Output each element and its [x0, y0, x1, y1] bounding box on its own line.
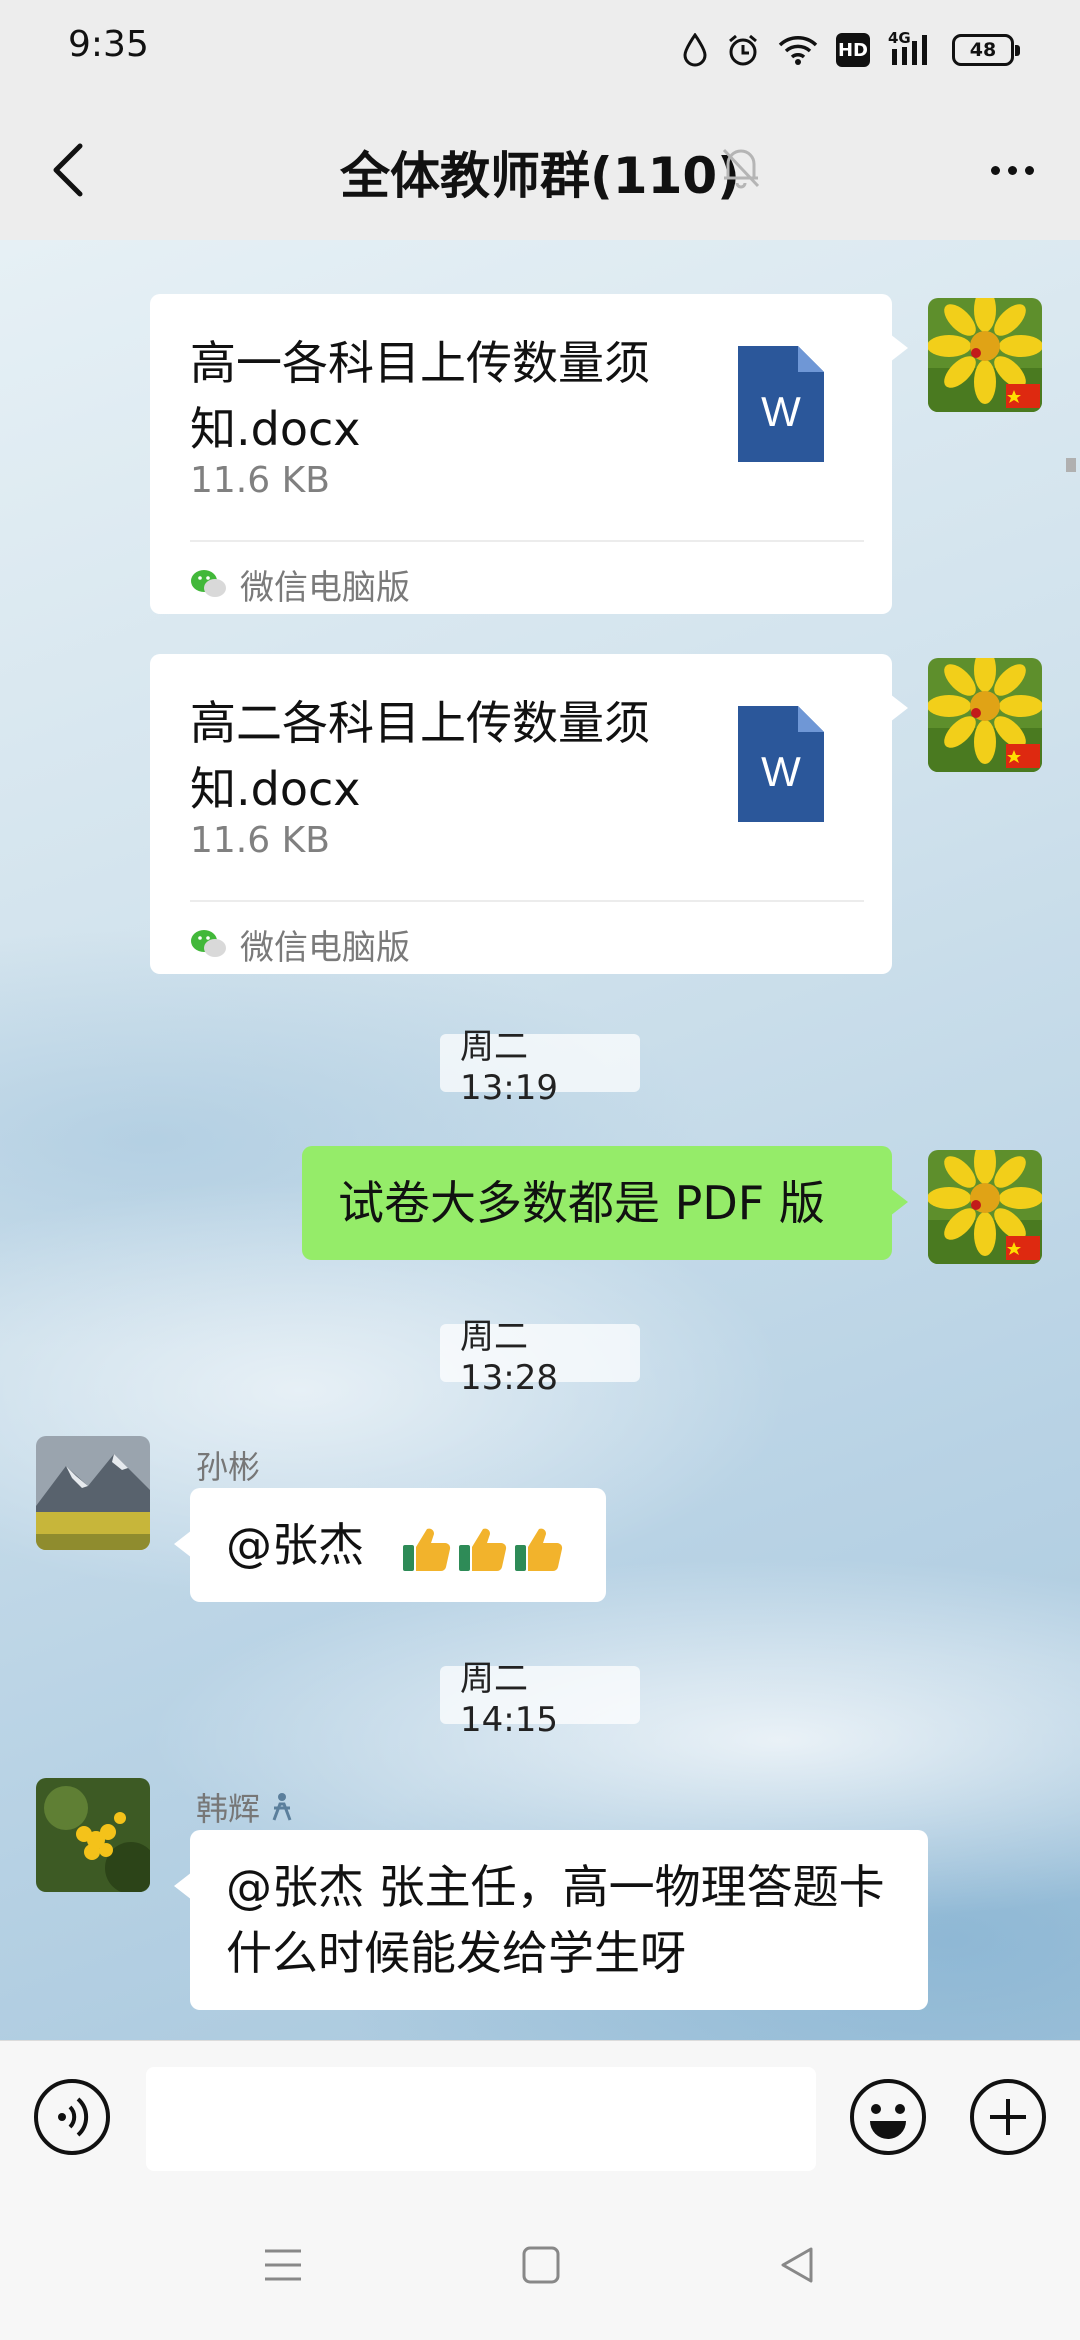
card-source: 微信电脑版	[190, 916, 410, 972]
other-message-bubble[interactable]: @张杰	[174, 1488, 606, 1602]
card-source: 微信电脑版	[190, 556, 410, 612]
card-divider	[190, 900, 864, 902]
file-size: 11.6 KB	[190, 820, 330, 861]
card-source-label: 微信电脑版	[240, 927, 410, 968]
status-bar: 9:35 HD 4G 48	[0, 0, 1080, 100]
message-input[interactable]	[146, 2067, 816, 2171]
card-divider	[190, 540, 864, 542]
file-size: 11.6 KB	[190, 460, 330, 501]
sender-name-label: 韩辉	[196, 1790, 261, 1828]
other-message-bubble[interactable]: @张杰 张主任，高一物理答题卡什么时候能发给学生呀	[174, 1830, 928, 2010]
system-nav-bar	[0, 2190, 1080, 2340]
water-drop-icon	[682, 33, 708, 67]
thumbs-up-icon	[514, 1528, 562, 1571]
file-message-card[interactable]: 高二各科目上传数量须知.docx 11.6 KB W 微信电脑版	[150, 654, 908, 974]
sender-name: 孙彬	[196, 1442, 260, 1488]
wechat-logo-icon	[191, 570, 226, 597]
word-doc-letter: W	[761, 748, 801, 795]
scrollbar[interactable]	[1066, 458, 1076, 472]
file-name: 高一各科目上传数量须知.docx	[190, 336, 650, 456]
input-bar	[0, 2040, 1080, 2190]
status-time: 9:35	[68, 24, 149, 65]
recent-apps-button[interactable]	[238, 2230, 328, 2300]
word-doc-icon: W	[738, 346, 824, 462]
timestamp: 周二 14:15	[440, 1659, 640, 1740]
hd-badge: HD	[836, 33, 870, 67]
message-text: @张杰	[226, 1518, 364, 1572]
voice-icon	[34, 2079, 110, 2155]
thumbs-up-icon	[458, 1528, 506, 1571]
sender-avatar-hanhui[interactable]	[36, 1778, 150, 1892]
sender-name: 韩辉	[196, 1784, 294, 1830]
square-icon	[522, 2246, 560, 2284]
home-button[interactable]	[496, 2230, 586, 2300]
word-doc-letter: W	[761, 388, 801, 435]
mute-bell-icon	[716, 142, 766, 192]
my-avatar[interactable]	[928, 658, 1042, 772]
timestamp: 周二 13:28	[440, 1317, 640, 1398]
smiley-icon	[850, 2079, 926, 2155]
person-badge-icon	[272, 1793, 292, 1821]
status-icons: HD 4G 48	[682, 28, 1020, 72]
wifi-icon	[778, 34, 818, 66]
my-avatar[interactable]	[928, 1150, 1042, 1264]
more-options-button[interactable]	[974, 132, 1050, 208]
nav-back-button[interactable]	[752, 2230, 842, 2300]
more-actions-button[interactable]	[968, 2077, 1048, 2157]
file-message-card[interactable]: 高一各科目上传数量须知.docx 11.6 KB W 微信电脑版	[150, 294, 908, 614]
chat-area[interactable]: 高一各科目上传数量须知.docx 11.6 KB W 微信电脑版 高二各科目上传…	[0, 240, 1080, 2040]
timestamp: 周二 13:19	[440, 1027, 640, 1108]
my-message-bubble[interactable]: 试卷大多数都是 PDF 版	[302, 1146, 908, 1260]
battery-icon: 48	[952, 34, 1020, 66]
word-doc-icon: W	[738, 706, 824, 822]
emoji-button[interactable]	[848, 2077, 928, 2157]
chat-title: 全体教师群(110)	[339, 147, 741, 205]
triangle-back-icon	[781, 2247, 813, 2283]
menu-icon	[265, 2249, 301, 2281]
voice-input-button[interactable]	[32, 2077, 112, 2157]
title-bar: 全体教师群(110)	[0, 100, 1080, 240]
card-source-label: 微信电脑版	[240, 567, 410, 608]
thumbs-up-emoji-group	[401, 1523, 565, 1575]
thumbs-up-icon	[402, 1528, 450, 1571]
alarm-clock-icon	[726, 33, 760, 67]
signal-4g-icon: 4G	[888, 29, 934, 67]
plus-icon	[970, 2079, 1046, 2155]
sender-avatar-sunbin[interactable]	[36, 1436, 150, 1550]
my-avatar[interactable]	[928, 298, 1042, 412]
wechat-logo-icon	[191, 930, 226, 957]
file-name: 高二各科目上传数量须知.docx	[190, 696, 650, 816]
sender-name-label: 孙彬	[196, 1448, 261, 1486]
